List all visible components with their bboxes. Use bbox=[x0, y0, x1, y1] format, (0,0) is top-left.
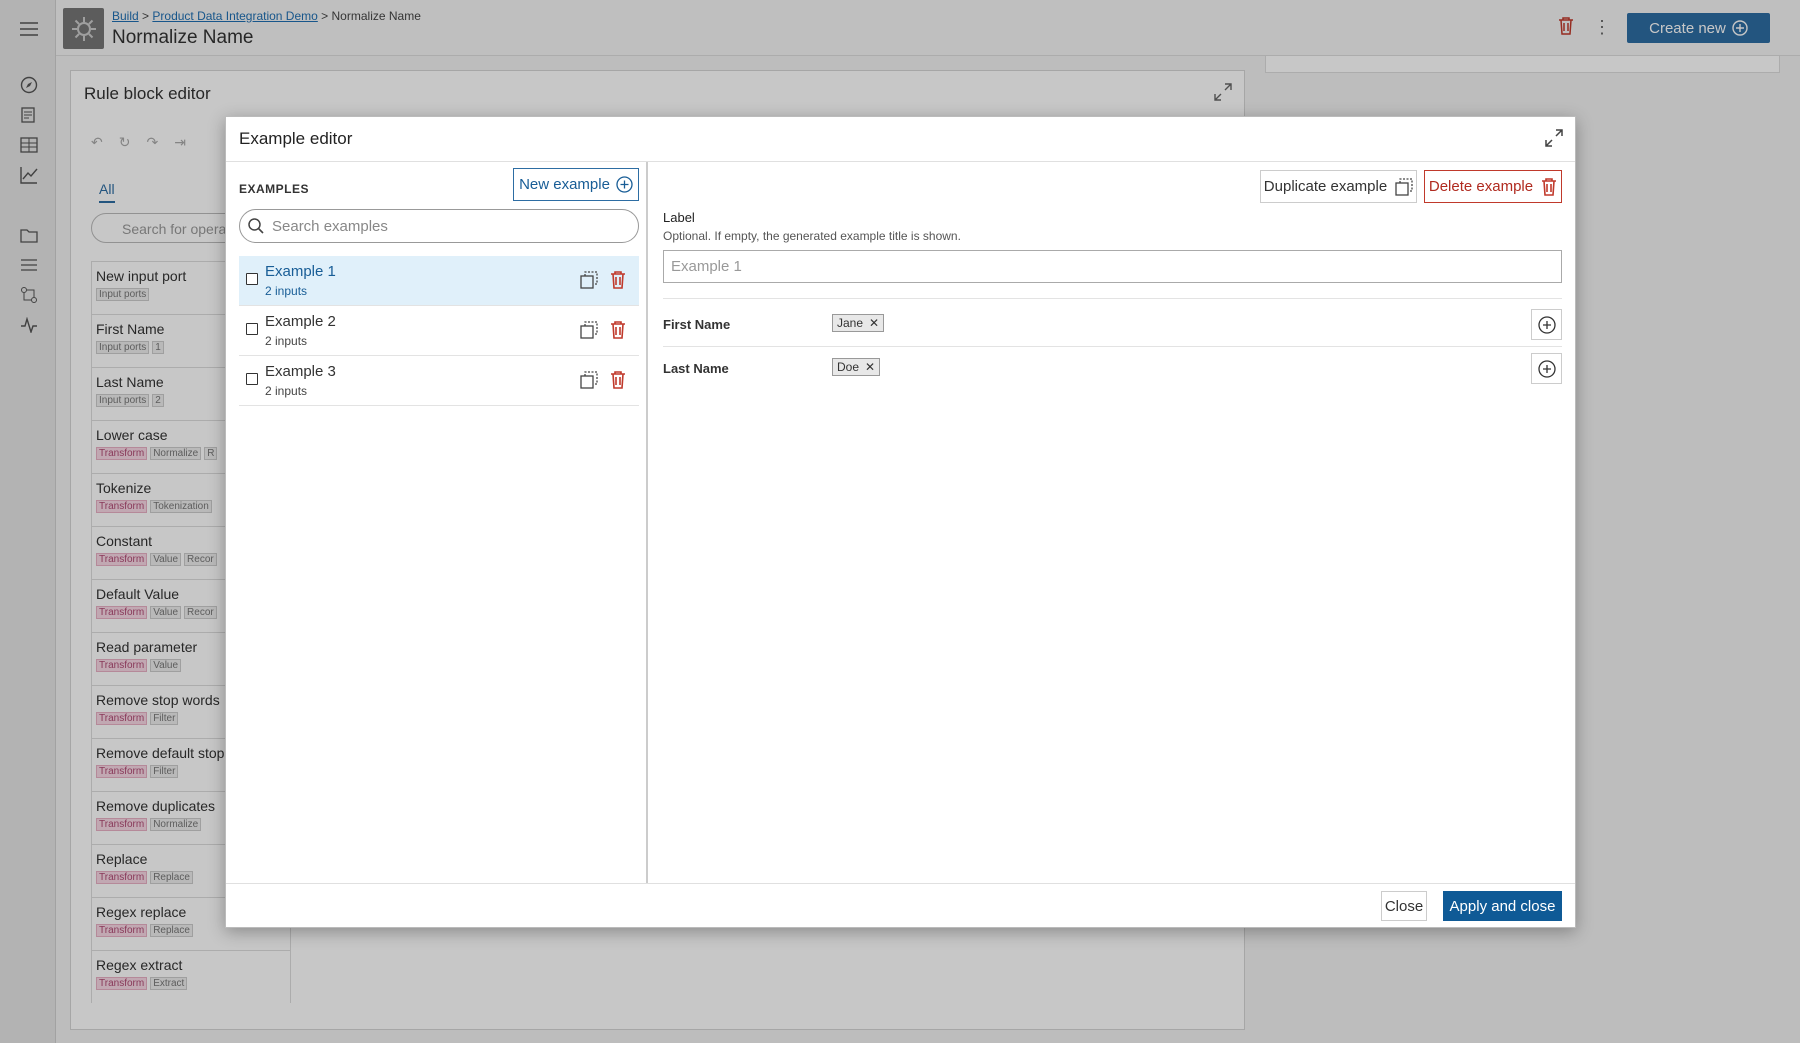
example-list: Example 1 2 inputs Example 2 2 inputs Ex… bbox=[239, 256, 639, 406]
apply-and-close-button[interactable]: Apply and close bbox=[1443, 891, 1562, 921]
example-name: Example 1 bbox=[265, 263, 336, 280]
example-checkbox[interactable] bbox=[246, 323, 258, 335]
duplicate-example-label: Duplicate example bbox=[1263, 178, 1388, 195]
delete-icon[interactable] bbox=[610, 371, 626, 392]
example-input-count: 2 inputs bbox=[265, 334, 308, 348]
example-row[interactable]: Example 2 2 inputs bbox=[239, 306, 639, 356]
dialog-footer: Close Apply and close bbox=[226, 883, 1575, 927]
duplicate-icon bbox=[1395, 177, 1413, 196]
example-checkbox[interactable] bbox=[246, 273, 258, 285]
add-value-button[interactable] bbox=[1531, 353, 1562, 384]
plus-circle-icon bbox=[1537, 315, 1556, 334]
duplicate-icon[interactable] bbox=[580, 371, 598, 392]
plus-circle-icon bbox=[616, 176, 633, 193]
duplicate-icon[interactable] bbox=[580, 271, 598, 292]
examples-panel: EXAMPLES New example Example 1 2 inputs bbox=[226, 162, 648, 884]
example-input-count: 2 inputs bbox=[265, 284, 308, 298]
input-field-row: Last Name Doe ✕ bbox=[663, 346, 1562, 392]
close-button[interactable]: Close bbox=[1381, 891, 1427, 921]
delete-example-label: Delete example bbox=[1428, 178, 1534, 195]
example-row[interactable]: Example 1 2 inputs bbox=[239, 256, 639, 306]
example-editor-dialog: Example editor EXAMPLES New example Exam… bbox=[225, 116, 1576, 928]
remove-value-icon[interactable]: ✕ bbox=[865, 360, 875, 374]
duplicate-example-button[interactable]: Duplicate example bbox=[1260, 170, 1417, 203]
example-detail-panel: Duplicate example Delete example Label O… bbox=[650, 162, 1575, 884]
search-icon bbox=[248, 218, 264, 234]
dialog-header: Example editor bbox=[226, 117, 1575, 162]
label-input[interactable] bbox=[663, 250, 1562, 283]
duplicate-icon[interactable] bbox=[580, 321, 598, 342]
label-field-title: Label bbox=[663, 210, 695, 225]
value-chip: Jane ✕ bbox=[832, 314, 885, 332]
remove-value-icon[interactable]: ✕ bbox=[869, 316, 879, 330]
delete-icon bbox=[1542, 177, 1557, 196]
app-root: Build > Product Data Integration Demo > … bbox=[0, 0, 1800, 1043]
example-name: Example 3 bbox=[265, 363, 336, 380]
delete-icon[interactable] bbox=[610, 271, 626, 292]
add-value-button[interactable] bbox=[1531, 309, 1562, 340]
new-example-button[interactable]: New example bbox=[513, 168, 639, 201]
dialog-title: Example editor bbox=[239, 129, 353, 148]
value-chip-text: Jane bbox=[837, 316, 864, 330]
example-row[interactable]: Example 3 2 inputs bbox=[239, 356, 639, 406]
input-field-row: First Name Jane ✕ bbox=[663, 298, 1562, 344]
delete-example-button[interactable]: Delete example bbox=[1424, 170, 1562, 203]
example-checkbox[interactable] bbox=[246, 373, 258, 385]
value-chip-text: Doe bbox=[837, 360, 860, 374]
plus-circle-icon bbox=[1537, 359, 1556, 378]
search-examples-field[interactable] bbox=[239, 209, 639, 243]
field-name: Last Name bbox=[663, 361, 729, 376]
search-examples-input[interactable] bbox=[272, 217, 612, 235]
field-name: First Name bbox=[663, 317, 731, 332]
value-chip: Doe ✕ bbox=[832, 358, 881, 376]
example-name: Example 2 bbox=[265, 313, 336, 330]
label-field-help: Optional. If empty, the generated exampl… bbox=[663, 229, 961, 243]
delete-icon[interactable] bbox=[610, 321, 626, 342]
examples-heading: EXAMPLES bbox=[239, 182, 310, 196]
new-example-label: New example bbox=[519, 176, 610, 193]
expand-icon[interactable] bbox=[1545, 129, 1563, 150]
example-input-count: 2 inputs bbox=[265, 384, 308, 398]
